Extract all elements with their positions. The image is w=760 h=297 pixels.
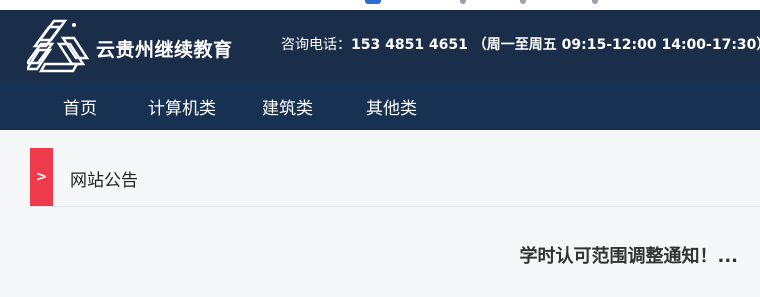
phone-number: 153 4851 4651: [351, 37, 468, 53]
phone-label: 咨询电话：: [281, 37, 351, 53]
top-strip: [0, 0, 760, 10]
top-strip-fragment: [460, 0, 466, 4]
top-strip-fragment: [365, 0, 381, 4]
service-hours: （周一至周五 09:15-12:00 14:00-17:30）: [472, 37, 760, 53]
nav-item-computer[interactable]: 计算机类: [148, 94, 216, 119]
notice-header: > 网站公告: [30, 148, 760, 207]
nav-item-architecture[interactable]: 建筑类: [262, 94, 313, 119]
main-nav: 首页 计算机类 建筑类 其他类: [0, 82, 760, 130]
site-name: 云贵州继续教育: [96, 39, 233, 61]
notice-marker-icon: >: [30, 148, 53, 206]
nav-item-other[interactable]: 其他类: [366, 94, 417, 119]
top-strip-fragment: [592, 0, 598, 4]
site-header: 云贵州继续教育 咨询电话：153 4851 4651 （周一至周五 09:15-…: [0, 10, 760, 82]
notice-item-link[interactable]: 学时认可范围调整通知！...: [519, 242, 738, 268]
nav-item-home[interactable]: 首页: [63, 94, 97, 119]
site-logo-icon[interactable]: [27, 18, 91, 76]
top-strip-fragment: [520, 0, 526, 4]
contact-phone: 咨询电话：153 4851 4651 （周一至周五 09:15-12:00 14…: [281, 34, 760, 54]
main-content: > 网站公告 学时认可范围调整通知！...: [0, 130, 760, 297]
notice-title: 网站公告: [70, 171, 138, 191]
